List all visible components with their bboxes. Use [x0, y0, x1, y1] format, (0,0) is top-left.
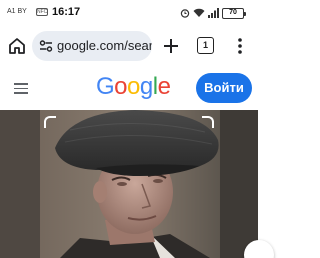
man-in-flat-cap-photo	[0, 110, 258, 258]
more-vert-icon[interactable]	[235, 36, 245, 56]
home-icon[interactable]	[7, 36, 27, 56]
hamburger-menu-icon[interactable]	[14, 83, 28, 94]
status-icons: 70	[180, 7, 246, 19]
google-header: Google Войти	[0, 66, 258, 110]
url-bar[interactable]: google.com/sear	[32, 31, 152, 61]
signal-icon	[208, 8, 219, 18]
status-bar: A1 BY NFC 16:17 70	[0, 0, 258, 26]
signin-button[interactable]: Войти	[196, 73, 252, 103]
browser-toolbar: google.com/sear 1	[0, 26, 258, 66]
search-result-image[interactable]	[0, 110, 258, 258]
carrier-label: A1 BY	[7, 8, 27, 15]
wifi-icon	[193, 8, 205, 17]
selection-corner-top-left[interactable]	[44, 116, 56, 128]
lens-action-button[interactable]	[244, 240, 274, 258]
selection-corner-top-right[interactable]	[202, 116, 214, 128]
site-settings-icon[interactable]	[39, 39, 53, 53]
google-logo[interactable]: Google	[96, 73, 171, 101]
new-tab-plus-icon[interactable]	[161, 36, 181, 56]
tab-switcher-icon[interactable]: 1	[197, 37, 214, 54]
url-text: google.com/sear	[57, 38, 152, 53]
nfc-badge: NFC	[36, 8, 48, 16]
status-time: 16:17	[52, 6, 81, 18]
alarm-icon	[180, 9, 190, 18]
battery-icon: 70	[222, 7, 246, 19]
